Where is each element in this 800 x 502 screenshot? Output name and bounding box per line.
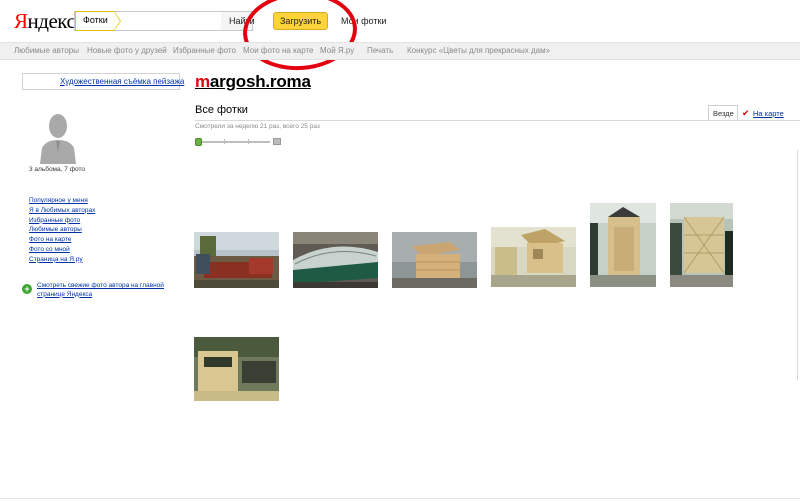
photo-thumbnail[interactable] [194,232,279,288]
search-input[interactable] [121,13,221,29]
nav-bar: Любимые авторы Новые фото у друзей Избра… [0,42,800,60]
plus-icon[interactable]: + [22,284,32,294]
nav-my-photos-on-map[interactable]: Мои фото на карте [243,46,314,55]
avatar [40,114,76,164]
page-title: Все фотки [195,104,248,116]
sidebar-link-in-favorites[interactable]: Я в Любимых авторах [29,206,95,216]
views-count: Смотрели за неделю 21 раз, всего 25 раз [195,123,320,130]
photo-outhouse [590,203,656,287]
photo-thumbnail[interactable] [491,227,576,287]
nav-favorite-authors[interactable]: Любимые авторы [14,46,79,55]
nav-my-yaru[interactable]: Мой Я.ру [320,46,354,55]
photo-thumbnail[interactable] [392,232,477,288]
search-scope-label[interactable]: Фотки [75,11,121,31]
nav-contest[interactable]: Конкурс «Цветы для прекрасных дам» [407,46,550,55]
photo-pergola [670,203,733,287]
footer-divider [0,498,800,499]
sidebar-link-photos-on-map[interactable]: Фото на карте [29,235,95,245]
divider-right [797,150,798,380]
search-button[interactable]: Найти [221,11,255,31]
photo-thumbnail[interactable] [590,203,656,287]
yandex-logo[interactable]: Яндекс [14,9,76,34]
divider [195,120,800,121]
sidebar-link-yaru-page[interactable]: Страница на Я.ру [29,255,95,265]
checkmark-icon: ✔ [742,108,750,118]
photo-thumbnail[interactable] [670,203,733,287]
slider-handle[interactable] [195,138,202,146]
slider-track [198,141,270,143]
sidebar-link-popular[interactable]: Популярное у меня [29,196,95,206]
nav-friends-new-photos[interactable]: Новые фото у друзей [87,46,167,55]
nav-favorite-photos[interactable]: Избранные фото [173,46,236,55]
see-own-photos-link[interactable]: Смотреть свежие фото автора на главной с… [37,282,177,299]
tab-on-map[interactable]: На карте [753,109,784,118]
sidebar-link-favorite-authors[interactable]: Любимые авторы [29,225,95,235]
logo-ya: Я [14,9,28,33]
sidebar-links: Популярное у меня Я в Любимых авторах Из… [29,196,95,265]
tab-everywhere[interactable]: Везде [708,105,738,121]
slider-tick [248,139,249,144]
photo-thumbnail[interactable] [194,337,279,401]
large-thumbnail-icon[interactable] [273,138,281,145]
slider-tick [224,139,225,144]
header: Яндекс Фотки Найти Загрузить Мои фотки [0,0,800,74]
my-photos-link[interactable]: Мои фотки [341,16,386,26]
username-rest: argosh.roma [209,72,311,91]
photo-brick-garden [194,232,279,288]
photo-wooden-box [392,232,477,288]
upload-button[interactable]: Загрузить [273,12,328,30]
sidebar-link-photos-with-me[interactable]: Фото со мной [29,245,95,255]
sidebar-link-favorite-photos[interactable]: Избранные фото [29,216,95,226]
photo-greenhouse [293,232,378,288]
nav-print[interactable]: Печать [367,46,393,55]
logo-rest: ндекс [27,9,76,33]
albums-count: 3 альбома, 7 фото [29,166,86,173]
username[interactable]: margosh.roma [195,72,311,92]
photo-bench [194,337,279,401]
album-link[interactable]: Художественная съёмка пейзажа [22,73,184,90]
photo-thumbnail[interactable] [293,232,378,288]
username-first-letter: m [195,72,210,91]
photo-playhouse [491,227,576,287]
thumbnail-size-slider[interactable] [195,137,285,147]
